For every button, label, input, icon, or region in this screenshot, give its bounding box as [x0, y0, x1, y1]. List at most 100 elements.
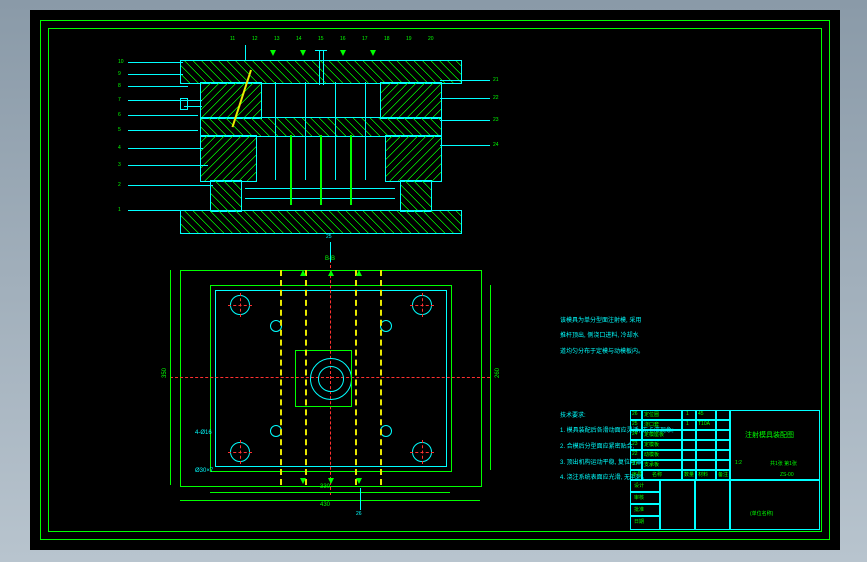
leader-line [440, 145, 490, 146]
leader-num: 14 [296, 36, 302, 42]
section-arrow-up [328, 270, 334, 276]
leader-line [128, 100, 193, 101]
leader-line [128, 185, 213, 186]
upper-note-block: 该模具为单分型面注射模, 采用 推杆顶出, 侧浇口进料, 冷却水 道均匀分布于定… [550, 310, 750, 365]
drawing-name: 注射模具装配图 [745, 430, 794, 440]
leader-num: 6 [118, 112, 121, 118]
dim-inner-width [210, 492, 450, 493]
bottom-plate [180, 210, 462, 234]
leader-num: 25 [326, 234, 332, 240]
dim-text: 260 [495, 368, 501, 378]
leader-num: 7 [118, 97, 121, 103]
section-arrow [300, 50, 306, 56]
scale-label: 1:2 [735, 460, 742, 466]
leader-line [128, 165, 208, 166]
section-arrow-up [300, 270, 306, 276]
sig-name-col [660, 480, 695, 530]
section-arrow [340, 50, 346, 56]
bolt-hole [230, 442, 250, 462]
bolt-hole [230, 295, 250, 315]
parting-plate [200, 117, 442, 137]
leader-num: 3 [118, 162, 121, 168]
sig-approve: 批准 [634, 506, 644, 513]
spacer-right [400, 180, 432, 212]
sig-date: 日期 [634, 518, 644, 525]
hole-note: Ø30×7 [195, 468, 213, 474]
dim-inner-height [490, 285, 491, 470]
sprue-pin-r [323, 50, 324, 85]
dim-height [170, 270, 171, 485]
pl-num: 23 [632, 441, 638, 447]
sprue-top [315, 50, 327, 51]
leader-num: 10 [118, 59, 124, 65]
leader-num: 26 [356, 511, 362, 517]
pl-name: 定位圈 [644, 411, 659, 418]
guide-pillar-1 [275, 82, 276, 180]
pl-num: 22 [632, 451, 638, 457]
section-arrow-up [356, 270, 362, 276]
sprue-pin [319, 50, 320, 85]
hdr-rem: 备注 [718, 471, 728, 478]
leader-num: 5 [118, 127, 121, 133]
fixed-die-left [200, 82, 262, 119]
section-arrow-down [356, 478, 362, 484]
pl-num: 26 [632, 411, 638, 417]
hdr-qty: 数量 [684, 471, 694, 478]
leader-num: 23 [493, 117, 499, 123]
leader-num: 2 [118, 182, 121, 188]
note-line: 道均匀分布于定模与动模板内。 [560, 349, 644, 355]
leader-num: 20 [428, 36, 434, 42]
top-plate [180, 60, 462, 84]
core-outline-2 [335, 82, 336, 180]
dim-text: 330 [320, 484, 330, 490]
sheet-label: 共1张 第1张 [770, 460, 797, 467]
fixed-die-right [380, 82, 442, 119]
org-name: (单位名称) [750, 510, 773, 517]
hdr-mat: 材料 [698, 471, 708, 478]
hidden-line [380, 270, 382, 485]
core-outline-1 [305, 82, 306, 180]
ejector-pin-1 [290, 135, 292, 205]
note-line: 该模具为单分型面注射模, 采用 [560, 318, 641, 324]
leader-num: 4 [118, 145, 121, 151]
signature-area [730, 480, 820, 530]
tech-req-line: 2. 合模后分型面应紧密贴合; [560, 444, 634, 450]
plan-view: 430 330 350 260 B-B 25 26 4-Ø16 Ø30×7 [140, 250, 510, 515]
dim-width [180, 500, 480, 501]
pl-mat: T10A [698, 421, 710, 427]
pl-num: 24 [632, 431, 638, 437]
sig-design: 设计 [634, 482, 644, 489]
section-view [150, 40, 480, 235]
leader-line [440, 120, 490, 121]
leader-num: 19 [406, 36, 412, 42]
section-arrow [370, 50, 376, 56]
hidden-line [280, 270, 282, 485]
leader-num: 13 [274, 36, 280, 42]
hdr-num: 序号 [632, 471, 642, 478]
bolt-hole [412, 442, 432, 462]
bolt-hole [412, 295, 432, 315]
leader-num: 24 [493, 142, 499, 148]
hidden-line [305, 270, 307, 485]
pl-qty: 1 [686, 421, 689, 427]
cad-canvas[interactable]: 10 9 8 7 6 5 4 3 2 1 11 12 13 14 15 16 1… [30, 10, 840, 550]
moving-die-left [200, 135, 257, 182]
leader-line [440, 98, 490, 99]
leader-25-line [330, 242, 331, 262]
main-title-area [730, 410, 820, 480]
drawing-no: ZS-00 [780, 472, 794, 478]
moving-die-right [385, 135, 442, 182]
leader-num: 17 [362, 36, 368, 42]
leader-num: 18 [384, 36, 390, 42]
leader-num: 15 [318, 36, 324, 42]
note-line: 推杆顶出, 侧浇口进料, 冷却水 [560, 333, 639, 339]
leader-num: 1 [118, 207, 121, 213]
leader-num: 22 [493, 95, 499, 101]
dim-text: 350 [162, 368, 168, 378]
ejector-pin-2 [320, 135, 322, 205]
leader-line [128, 115, 198, 116]
leader-line [128, 62, 183, 63]
ejector-pin-3 [350, 135, 352, 205]
leader-num: 11 [230, 36, 235, 42]
pl-name: 支承板 [644, 461, 659, 468]
